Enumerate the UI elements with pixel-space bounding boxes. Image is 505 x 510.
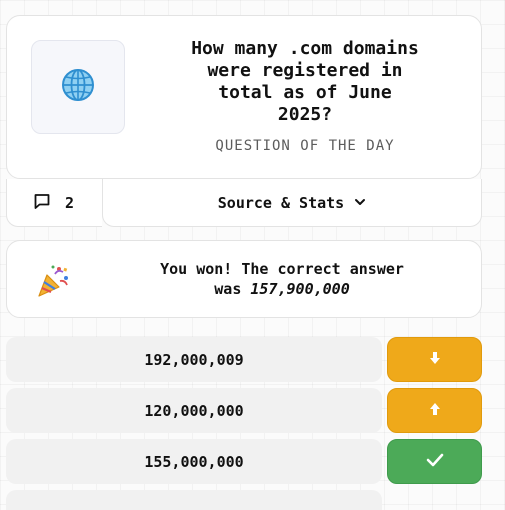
guess-row: 120,000,000 — [6, 388, 482, 433]
comment-icon — [33, 192, 51, 214]
guess-row: 192,000,009 — [6, 337, 482, 382]
question-icon-box — [31, 40, 125, 134]
question-line: were registered in — [207, 60, 403, 81]
result-card: You won! The correct answer was 157,900,… — [6, 240, 482, 318]
guess-hint-correct — [387, 439, 482, 484]
result-message: You won! The correct answer was 157,900,… — [97, 259, 467, 299]
question-line: total as of June — [218, 82, 392, 103]
comment-count: 2 — [65, 193, 75, 212]
guess-input-row[interactable] — [6, 490, 382, 510]
guess-hint-lower — [387, 337, 482, 382]
result-line-2: was 157,900,000 — [97, 279, 467, 299]
guess-value: 120,000,000 — [6, 388, 382, 433]
guess-value: 155,000,000 — [6, 439, 382, 484]
question-line: How many .com domains — [191, 38, 419, 59]
comments-button[interactable]: 2 — [6, 179, 102, 227]
chevron-down-icon — [354, 194, 366, 212]
globe-icon — [60, 67, 96, 107]
arrow-down-icon — [427, 350, 443, 370]
question-subtitle: QUESTION OF THE DAY — [215, 138, 395, 154]
guess-value: 192,000,009 — [6, 337, 382, 382]
party-popper-icon — [35, 263, 71, 299]
source-stats-dropdown[interactable]: Source & Stats — [102, 179, 482, 227]
check-icon — [426, 452, 444, 471]
source-stats-label: Source & Stats — [217, 193, 345, 212]
arrow-up-icon — [427, 401, 443, 421]
guess-row: 155,000,000 — [6, 439, 482, 484]
guess-hint-higher — [387, 388, 482, 433]
question-line: 2025? — [277, 104, 333, 125]
result-line-1: You won! The correct answer — [160, 260, 404, 278]
question-text: How many .com domains were registered in… — [139, 38, 471, 126]
result-line-2-prefix: was — [214, 280, 251, 298]
correct-answer: 157,900,000 — [250, 280, 350, 298]
question-card: How many .com domains were registered in… — [6, 15, 482, 179]
